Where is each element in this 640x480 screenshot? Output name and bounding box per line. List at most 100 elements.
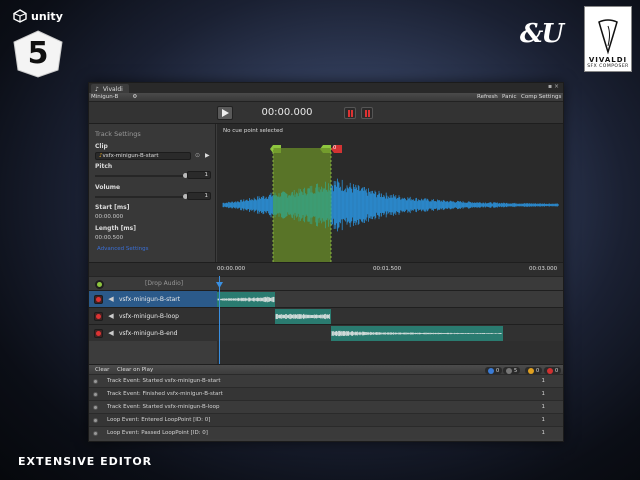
log-entry[interactable]: Track Event: Started vsfx-minigun-B-star… <box>89 374 563 387</box>
warning-icon <box>528 367 534 374</box>
toolbar: Minigun-B ⚙ Refresh Panic Comp Settings <box>89 93 563 102</box>
empty-track-area <box>217 341 563 364</box>
track-name: vsfx-minigun-B-start <box>119 295 181 303</box>
info-count[interactable]: 0 <box>485 367 503 374</box>
log-count: 1 <box>541 417 546 423</box>
badge-number: 5 <box>27 36 49 71</box>
track-clip-loop[interactable] <box>275 309 331 324</box>
vivaldi-logo: VIVALDI SFX COMPOSER <box>584 6 632 72</box>
file-tab[interactable]: Minigun-B ⚙ <box>91 93 137 102</box>
comp-settings-button[interactable]: Comp Settings <box>521 93 561 102</box>
error-icon <box>547 367 553 374</box>
title-bar: ♪ Vivaldi ▪ × <box>89 83 563 94</box>
log-entry[interactable]: Loop Event: Passed LoopPoint [ID: 0] 1 <box>89 426 563 439</box>
log-text: Track Event: Started vsfx-minigun-B-star… <box>107 378 221 384</box>
track-row[interactable]: ◀ vsfx-minigun-B-loop <box>89 307 563 324</box>
track-row[interactable]: ◀ vsfx-minigun-B-start <box>89 290 563 307</box>
window-close-icon[interactable]: ▪ × <box>548 83 559 90</box>
log-count: 1 <box>541 378 546 384</box>
length-value[interactable]: 00:00.500 <box>95 235 123 241</box>
timeline-tick: 00:00.000 <box>217 266 246 272</box>
track-name: vsfx-minigun-B-end <box>119 329 178 337</box>
transport-bar: 00:00.000 <box>89 102 563 124</box>
caption: EXTENSIVE EDITOR <box>18 455 153 468</box>
track-clip-end[interactable] <box>331 326 503 341</box>
log-icon <box>93 392 98 397</box>
clip-value: vsfx-minigun-B-start <box>102 153 159 159</box>
unity-5-badge: 5 <box>12 30 64 78</box>
time-display: 00:00.000 <box>261 107 313 118</box>
clip-label: Clip <box>95 143 108 150</box>
warning-count[interactable]: 0 <box>525 367 543 374</box>
advanced-settings-link[interactable]: Advanced Settings <box>97 246 148 252</box>
log-entry[interactable]: Track Event: Started vsfx-minigun-B-loop… <box>89 400 563 413</box>
speaker-icon[interactable]: ◀ <box>107 295 115 303</box>
unity-label: unity <box>31 9 63 23</box>
log-text: Loop Event: Entered LoopPoint [ID: 0] <box>107 417 211 423</box>
waveform-display[interactable] <box>217 148 563 262</box>
log-count[interactable]: 5 <box>503 367 521 374</box>
add-track-icon[interactable] <box>95 280 104 289</box>
volume-field[interactable]: 1 <box>187 192 211 200</box>
clip-field[interactable]: ♪vsfx-minigun-B-start <box>95 152 191 160</box>
track-row[interactable]: ◀ vsfx-minigun-B-end <box>89 324 563 341</box>
panic-button[interactable]: Panic <box>502 93 516 102</box>
timeline-ruler[interactable]: 00:00.000 00:01.500 00:03.000 <box>89 262 563 276</box>
log-entry[interactable]: Loop Event: Entered LoopPoint [ID: 0] 1 <box>89 413 563 426</box>
console-toolbar: Clear Clear on Play 0 5 0 0 <box>89 364 563 374</box>
log-entry[interactable]: Track Event: Finished vsfx-minigun-B-sta… <box>89 387 563 400</box>
refresh-button[interactable]: Refresh <box>477 93 498 102</box>
track-clip-start[interactable] <box>217 292 275 307</box>
track-header[interactable]: ◀ vsfx-minigun-B-end <box>89 325 217 341</box>
speaker-icon[interactable]: ◀ <box>107 329 115 337</box>
log-icon <box>93 379 98 384</box>
volume-label: Volume <box>95 184 121 191</box>
play-icon <box>221 109 229 117</box>
volume-slider[interactable] <box>95 194 188 199</box>
log-count: 1 <box>541 430 546 436</box>
track-header[interactable]: ◀ vsfx-minigun-B-start <box>89 291 217 307</box>
record-icon[interactable] <box>94 311 103 321</box>
length-label: Length [ms] <box>95 225 136 232</box>
log-icon <box>506 367 512 374</box>
au-logo: &U <box>519 19 564 49</box>
start-label: Start [ms] <box>95 204 130 211</box>
log-count: 1 <box>541 404 546 410</box>
pitch-field[interactable]: 1 <box>187 171 211 179</box>
vivaldi-emblem-icon <box>598 19 618 55</box>
vivaldi-editor-window: ♪ Vivaldi ▪ × Minigun-B ⚙ Refresh Panic … <box>88 82 564 442</box>
error-count[interactable]: 0 <box>544 367 562 374</box>
playhead-line[interactable] <box>219 276 220 364</box>
settings-icon[interactable]: ⚙ <box>132 93 137 102</box>
drop-audio-row[interactable]: [Drop Audio] <box>89 276 563 290</box>
cue-marker-icon[interactable] <box>361 107 373 119</box>
speaker-icon[interactable]: ◀ <box>107 312 115 320</box>
record-icon[interactable] <box>94 328 103 338</box>
clip-play-icon[interactable]: ▶ <box>205 152 210 159</box>
log-text: Track Event: Finished vsfx-minigun-B-sta… <box>107 391 223 397</box>
log-text: Loop Event: Passed LoopPoint [ID: 0] <box>107 430 208 436</box>
drop-audio-label: [Drop Audio] <box>145 280 184 287</box>
file-tab-label: Minigun-B <box>91 94 119 100</box>
start-value[interactable]: 00:00.000 <box>95 214 123 220</box>
info-icon <box>488 367 494 374</box>
waveform-editor[interactable]: No cue point selected 0 <box>217 124 563 262</box>
clip-picker-icon[interactable]: ⊙ <box>195 152 200 159</box>
play-button[interactable] <box>217 106 233 120</box>
timeline-tick: 00:01.500 <box>373 266 402 272</box>
vivaldi-title: VIVALDI <box>588 56 628 64</box>
log-icon <box>93 405 98 410</box>
unity-cube-icon <box>13 9 27 23</box>
track-settings-heading: Track Settings <box>95 130 141 138</box>
pitch-slider[interactable] <box>95 173 188 178</box>
loop-marker-icon[interactable] <box>344 107 356 119</box>
log-count: 1 <box>541 391 546 397</box>
vivaldi-subtitle: SFX COMPOSER <box>587 64 629 69</box>
track-name: vsfx-minigun-B-loop <box>119 312 179 320</box>
record-icon[interactable] <box>94 294 103 304</box>
track-settings-panel: Track Settings Clip ♪vsfx-minigun-B-star… <box>89 124 216 262</box>
timeline-tick: 00:03.000 <box>529 266 558 272</box>
log-icon <box>93 431 98 436</box>
track-header[interactable]: ◀ vsfx-minigun-B-loop <box>89 308 217 324</box>
cue-status-text: No cue point selected <box>223 128 283 134</box>
